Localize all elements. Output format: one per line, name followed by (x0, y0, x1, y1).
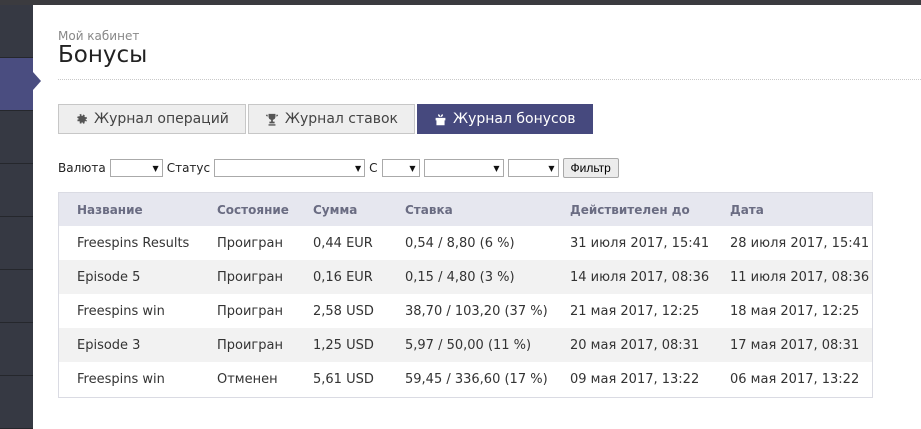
currency-label: Валюта (58, 161, 106, 175)
cell-name: Freespins Results (77, 235, 190, 251)
tab-label: Журнал бонусов (453, 111, 576, 127)
cell-wager: 38,70 / 103,20 (37 %) (405, 303, 548, 319)
cell-date: 11 июля 2017, 08:36 (730, 269, 870, 285)
cell-amount: 0,16 EUR (313, 269, 373, 285)
bonuses-table: Название Состояние Сумма Ставка Действит… (58, 192, 873, 398)
filter-button[interactable]: Фильтр (562, 158, 619, 178)
sidebar-item[interactable] (0, 164, 33, 217)
trophy-icon (265, 113, 279, 126)
column-header-amount: Сумма (313, 202, 358, 217)
day-select[interactable] (381, 159, 420, 177)
cell-state: Отменен (217, 371, 278, 387)
month-select[interactable] (423, 159, 504, 177)
cell-amount: 5,61 USD (313, 371, 374, 387)
tab-bets-journal[interactable]: Журнал ставок (247, 104, 416, 134)
cell-wager: 0,54 / 8,80 (6 %) (405, 235, 515, 251)
cell-state: Проигран (217, 235, 283, 251)
year-select[interactable] (507, 159, 559, 177)
table-header: Название Состояние Сумма Ставка Действит… (59, 193, 872, 226)
table-row: Freespins win Отменен 5,61 USD 59,45 / 3… (59, 362, 872, 396)
cell-name: Freespins win (77, 371, 165, 387)
sidebar-item[interactable] (0, 323, 33, 376)
tab-bar: Журнал операций Журнал ставок Журнал бон… (58, 104, 595, 134)
cell-valid-until: 31 июля 2017, 15:41 (570, 235, 710, 251)
cell-name: Episode 3 (77, 337, 141, 353)
cell-name: Freespins win (77, 303, 165, 319)
divider (58, 79, 921, 80)
cell-state: Проигран (217, 303, 283, 319)
page-title: Бонусы (58, 42, 148, 68)
top-bar (0, 0, 921, 5)
cell-amount: 2,58 USD (313, 303, 374, 319)
cell-valid-until: 09 мая 2017, 13:22 (570, 371, 700, 387)
column-header-name: Название (77, 202, 143, 217)
tab-operations-journal[interactable]: Журнал операций (58, 104, 246, 134)
table-row: Freespins win Проигран 2,58 USD 38,70 / … (59, 294, 872, 328)
table-row: Episode 5 Проигран 0,16 EUR 0,15 / 4,80 … (59, 260, 872, 294)
column-header-valid-until: Действителен до (570, 202, 690, 217)
tab-label: Журнал ставок (284, 111, 399, 127)
sidebar-item[interactable] (0, 270, 33, 323)
tab-label: Журнал операций (94, 111, 229, 127)
active-item-pointer (33, 72, 41, 90)
from-label: С (369, 161, 378, 175)
breadcrumb[interactable]: Мой кабинет (58, 29, 139, 43)
cell-wager: 0,15 / 4,80 (3 %) (405, 269, 515, 285)
column-header-date: Дата (730, 202, 764, 217)
cell-state: Проигран (217, 269, 283, 285)
sidebar-item[interactable] (0, 111, 33, 164)
status-select[interactable] (214, 159, 366, 177)
cell-valid-until: 20 мая 2017, 08:31 (570, 337, 700, 353)
sidebar-item[interactable] (0, 5, 33, 58)
cell-wager: 5,97 / 50,00 (11 %) (405, 337, 532, 353)
column-header-wager: Ставка (405, 202, 453, 217)
sidebar-item-bonuses[interactable] (0, 58, 33, 111)
currency-select[interactable] (109, 159, 163, 177)
column-header-state: Состояние (217, 202, 289, 217)
cell-valid-until: 14 июля 2017, 08:36 (570, 269, 710, 285)
gift-icon (434, 113, 447, 126)
sidebar (0, 5, 33, 429)
cell-date: 06 мая 2017, 13:22 (730, 371, 860, 387)
sidebar-item[interactable] (0, 376, 33, 429)
table-row: Freespins Results Проигран 0,44 EUR 0,54… (59, 226, 872, 260)
table-row: Episode 3 Проигран 1,25 USD 5,97 / 50,00… (59, 328, 872, 362)
tab-bonuses-journal[interactable]: Журнал бонусов (417, 104, 593, 134)
cell-amount: 0,44 EUR (313, 235, 373, 251)
cell-wager: 59,45 / 336,60 (17 %) (405, 371, 548, 387)
status-label: Статус (166, 161, 211, 175)
cell-valid-until: 21 мая 2017, 12:25 (570, 303, 700, 319)
sidebar-item[interactable] (0, 217, 33, 270)
gear-icon (75, 113, 88, 126)
cell-state: Проигран (217, 337, 283, 353)
cell-date: 18 мая 2017, 12:25 (730, 303, 860, 319)
cell-amount: 1,25 USD (313, 337, 374, 353)
cell-date: 17 мая 2017, 08:31 (730, 337, 860, 353)
filter-bar: Валюта Статус С Фильтр (58, 158, 619, 178)
cell-name: Episode 5 (77, 269, 141, 285)
cell-date: 28 июля 2017, 15:41 (730, 235, 870, 251)
